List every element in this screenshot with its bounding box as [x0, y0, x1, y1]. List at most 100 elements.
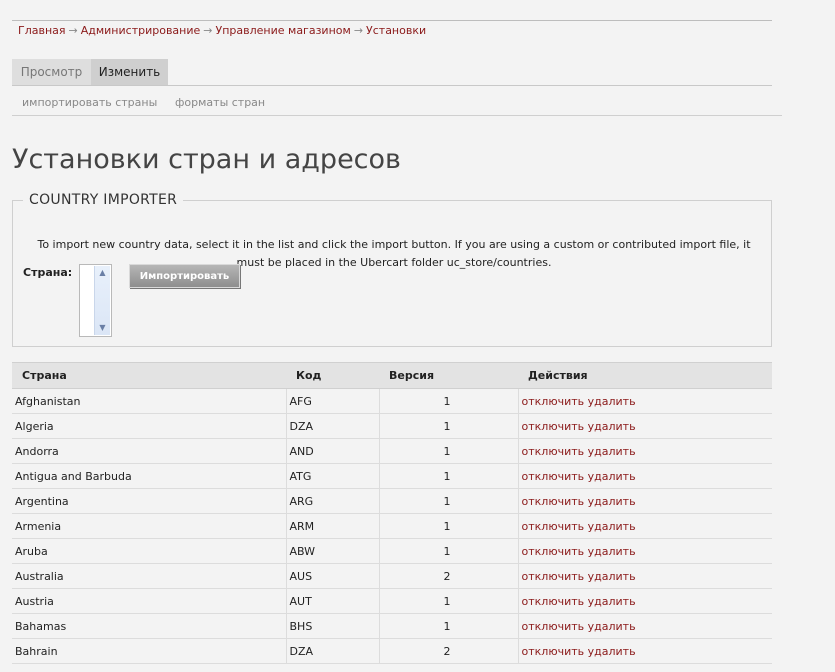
- delete-link[interactable]: удалить: [588, 570, 636, 583]
- table-header-row: Страна Код Версия Действия: [12, 362, 772, 389]
- cell-actions: отключить удалить: [517, 563, 772, 589]
- cell-code: AND: [285, 438, 379, 464]
- page-title: Установки стран и адресов: [12, 144, 401, 175]
- table-row: Armenia ARM 1 отключить удалить: [12, 513, 772, 539]
- cell-version: 1: [378, 438, 518, 464]
- cell-country: Bahamas: [12, 613, 286, 639]
- column-header-country[interactable]: Страна: [12, 362, 286, 389]
- cell-code: BHS: [285, 613, 379, 639]
- disable-link[interactable]: отключить: [522, 595, 585, 608]
- cell-country: Australia: [12, 563, 286, 589]
- cell-version: 1: [378, 488, 518, 514]
- column-header-version[interactable]: Версия: [379, 362, 518, 389]
- subtab-country-formats[interactable]: форматы стран: [175, 96, 265, 109]
- table-row: Algeria DZA 1 отключить удалить: [12, 413, 772, 439]
- disable-link[interactable]: отключить: [522, 445, 585, 458]
- country-importer-fieldset: COUNTRY IMPORTER To import new country d…: [12, 192, 772, 347]
- cell-version: 2: [378, 638, 518, 664]
- subtab-import-countries[interactable]: импортировать страны: [22, 96, 157, 109]
- disable-link[interactable]: отключить: [522, 420, 585, 433]
- cell-code: AUS: [285, 563, 379, 589]
- cell-version: 1: [378, 463, 518, 489]
- cell-country: Armenia: [12, 513, 286, 539]
- disable-link[interactable]: отключить: [522, 620, 585, 633]
- breadcrumb-link-home[interactable]: Главная: [18, 24, 66, 37]
- import-button[interactable]: Импортировать: [129, 264, 240, 288]
- cell-country: Bahrain: [12, 638, 286, 664]
- disable-link[interactable]: отключить: [522, 495, 585, 508]
- delete-link[interactable]: удалить: [588, 470, 636, 483]
- disable-link[interactable]: отключить: [522, 570, 585, 583]
- cell-country: Afghanistan: [12, 388, 286, 414]
- table-row: Bahrain DZA 2 отключить удалить: [12, 638, 772, 664]
- breadcrumb-link-store[interactable]: Управление магазином: [216, 24, 351, 37]
- cell-code: DZA: [285, 638, 379, 664]
- delete-link[interactable]: удалить: [588, 395, 636, 408]
- breadcrumb-link-admin[interactable]: Администрирование: [81, 24, 201, 37]
- table-row: Antigua and Barbuda ATG 1 отключить удалить: [12, 463, 772, 489]
- tab-view[interactable]: Просмотр: [12, 59, 91, 85]
- cell-code: AFG: [285, 388, 379, 414]
- scroll-down-icon[interactable]: ▼: [95, 321, 110, 335]
- cell-code: ARM: [285, 513, 379, 539]
- table-row: Australia AUS 2 отключить удалить: [12, 563, 772, 589]
- delete-link[interactable]: удалить: [588, 445, 636, 458]
- cell-actions: отключить удалить: [517, 613, 772, 639]
- column-header-code[interactable]: Код: [286, 362, 379, 389]
- cell-version: 1: [378, 513, 518, 539]
- table-row: Aruba ABW 1 отключить удалить: [12, 538, 772, 564]
- cell-code: ABW: [285, 538, 379, 564]
- disable-link[interactable]: отключить: [522, 470, 585, 483]
- cell-actions: отключить удалить: [517, 538, 772, 564]
- cell-code: ARG: [285, 488, 379, 514]
- country-label: Страна:: [23, 266, 73, 279]
- country-select-list[interactable]: ▲ ▼: [79, 264, 112, 337]
- cell-version: 1: [378, 588, 518, 614]
- cell-country: Algeria: [12, 413, 286, 439]
- cell-actions: отключить удалить: [517, 588, 772, 614]
- cell-code: DZA: [285, 413, 379, 439]
- delete-link[interactable]: удалить: [588, 545, 636, 558]
- table-row: Andorra AND 1 отключить удалить: [12, 438, 772, 464]
- cell-actions: отключить удалить: [517, 638, 772, 664]
- disable-link[interactable]: отключить: [522, 645, 585, 658]
- scroll-up-icon[interactable]: ▲: [95, 266, 110, 280]
- primary-tabs: Просмотр Изменить: [12, 59, 772, 86]
- cell-version: 2: [378, 563, 518, 589]
- cell-code: AUT: [285, 588, 379, 614]
- cell-actions: отключить удалить: [517, 438, 772, 464]
- disable-link[interactable]: отключить: [522, 395, 585, 408]
- delete-link[interactable]: удалить: [588, 620, 636, 633]
- breadcrumb-separator: →: [353, 24, 364, 37]
- table-row: Afghanistan AFG 1 отключить удалить: [12, 388, 772, 414]
- cell-version: 1: [378, 613, 518, 639]
- cell-version: 1: [378, 413, 518, 439]
- cell-actions: отключить удалить: [517, 463, 772, 489]
- breadcrumb-separator: →: [203, 24, 213, 37]
- cell-country: Andorra: [12, 438, 286, 464]
- cell-actions: отключить удалить: [517, 513, 772, 539]
- breadcrumb-link-settings[interactable]: Установки: [366, 24, 426, 37]
- delete-link[interactable]: удалить: [588, 645, 636, 658]
- cell-country: Argentina: [12, 488, 286, 514]
- table-row: Argentina ARG 1 отключить удалить: [12, 488, 772, 514]
- column-header-actions: Действия: [518, 362, 772, 389]
- countries-table: Страна Код Версия Действия Afghanistan AF…: [12, 362, 772, 664]
- cell-actions: отключить удалить: [517, 413, 772, 439]
- country-select-scrollbar[interactable]: ▲ ▼: [94, 266, 110, 335]
- delete-link[interactable]: удалить: [588, 495, 636, 508]
- disable-link[interactable]: отключить: [522, 545, 585, 558]
- delete-link[interactable]: удалить: [588, 420, 636, 433]
- breadcrumb: Главная → Администрирование → Управление маг…: [12, 20, 772, 43]
- cell-country: Antigua and Barbuda: [12, 463, 286, 489]
- table-row: Austria AUT 1 отключить удалить: [12, 588, 772, 614]
- disable-link[interactable]: отключить: [522, 520, 585, 533]
- tab-edit[interactable]: Изменить: [91, 59, 168, 85]
- cell-actions: отключить удалить: [517, 388, 772, 414]
- cell-code: ATG: [285, 463, 379, 489]
- delete-link[interactable]: удалить: [588, 595, 636, 608]
- cell-country: Aruba: [12, 538, 286, 564]
- secondary-tabs: импортировать страны форматы стран: [12, 86, 782, 116]
- breadcrumb-separator: →: [68, 24, 78, 37]
- delete-link[interactable]: удалить: [588, 520, 636, 533]
